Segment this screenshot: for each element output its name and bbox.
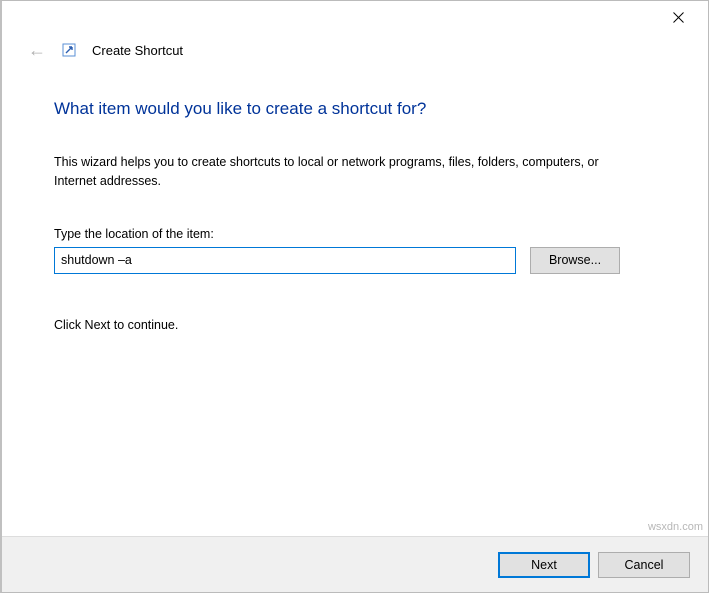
location-input-row: Browse... — [54, 247, 656, 274]
location-label: Type the location of the item: — [54, 227, 656, 241]
header-row: ← Create Shortcut — [2, 33, 708, 59]
close-icon — [673, 12, 684, 23]
titlebar — [2, 1, 708, 33]
next-button[interactable]: Next — [498, 552, 590, 578]
browse-button[interactable]: Browse... — [530, 247, 620, 274]
shortcut-icon — [62, 43, 76, 57]
wizard-title: Create Shortcut — [92, 43, 183, 58]
location-input[interactable] — [54, 247, 516, 274]
continue-text: Click Next to continue. — [54, 318, 656, 332]
back-arrow-icon: ← — [28, 41, 46, 59]
watermark: wsxdn.com — [648, 521, 703, 533]
content-area: What item would you like to create a sho… — [2, 59, 708, 536]
footer-bar: Next Cancel — [2, 536, 708, 592]
wizard-description: This wizard helps you to create shortcut… — [54, 153, 614, 191]
main-heading: What item would you like to create a sho… — [54, 99, 656, 119]
wizard-window: ← Create Shortcut What item would you li… — [0, 0, 709, 593]
close-button[interactable] — [658, 3, 698, 31]
cancel-button[interactable]: Cancel — [598, 552, 690, 578]
